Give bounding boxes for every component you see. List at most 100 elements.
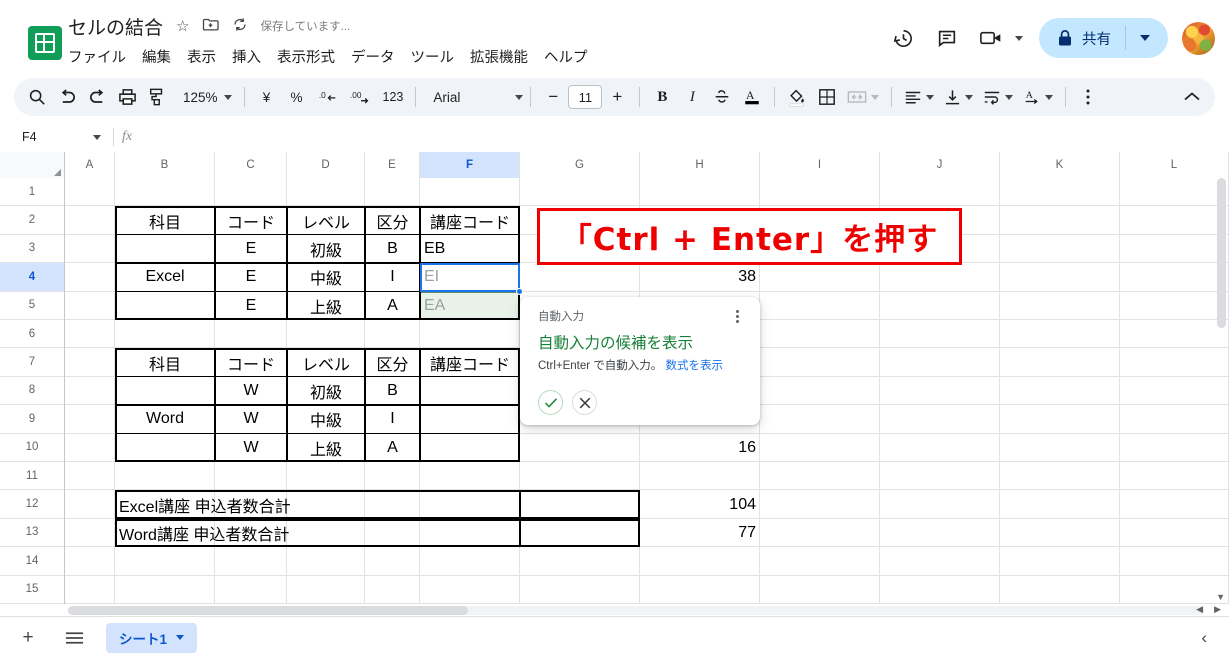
column-header-D[interactable]: D xyxy=(287,152,365,178)
decrease-font-size-button[interactable]: − xyxy=(538,82,568,112)
row-header-11[interactable]: 11 xyxy=(0,462,64,491)
more-options-icon[interactable] xyxy=(1073,82,1103,112)
cell-D3[interactable]: 初級 xyxy=(287,235,365,263)
vertical-scrollbar[interactable] xyxy=(1216,178,1228,588)
increase-decimal-button[interactable]: .00 xyxy=(344,82,378,112)
drive-status-icon[interactable] xyxy=(232,17,248,35)
increase-font-size-button[interactable]: + xyxy=(602,82,632,112)
name-box[interactable]: F4 xyxy=(14,126,109,148)
merged-cell-B12[interactable]: Excel講座 申込者数合計 xyxy=(115,490,520,518)
all-sheets-icon[interactable] xyxy=(56,620,92,656)
cell-E7[interactable]: 区分 xyxy=(365,348,420,376)
percent-format-button[interactable]: % xyxy=(282,82,312,112)
cell-C4[interactable]: E xyxy=(215,263,287,291)
version-history-icon[interactable] xyxy=(881,17,925,59)
menu-file[interactable]: ファイル xyxy=(68,44,134,69)
cell-F2[interactable]: 講座コード xyxy=(420,206,520,234)
text-color-button[interactable]: A xyxy=(737,82,767,112)
cell-C9[interactable]: W xyxy=(215,405,287,433)
decrease-decimal-button[interactable]: .0 xyxy=(312,82,344,112)
merge-cells-icon[interactable] xyxy=(842,82,884,112)
cell-D8[interactable]: 初級 xyxy=(287,377,365,405)
cell-F5[interactable]: EA xyxy=(420,292,520,320)
scroll-right-arrow-icon[interactable]: ▶ xyxy=(1214,604,1221,615)
cell-B7[interactable]: 科目 xyxy=(115,348,215,376)
star-icon[interactable]: ☆ xyxy=(176,19,189,34)
zoom-select[interactable]: 125% xyxy=(172,82,237,112)
print-icon[interactable] xyxy=(112,82,142,112)
column-header-I[interactable]: I xyxy=(760,152,880,178)
cell-C5[interactable]: E xyxy=(215,292,287,320)
column-header-E[interactable]: E xyxy=(365,152,420,178)
vertical-align-button[interactable] xyxy=(939,82,978,112)
cell-F4[interactable]: EI xyxy=(420,263,520,291)
add-sheet-button[interactable]: + xyxy=(10,620,46,656)
cell-D7[interactable]: レベル xyxy=(287,348,365,376)
borders-icon[interactable] xyxy=(812,82,842,112)
text-wrap-button[interactable] xyxy=(978,82,1018,112)
strikethrough-icon[interactable] xyxy=(707,82,737,112)
cell-C8[interactable]: W xyxy=(215,377,287,405)
menu-extensions[interactable]: 拡張機能 xyxy=(462,44,536,69)
share-button[interactable]: 共有 xyxy=(1039,18,1168,58)
column-header-C[interactable]: C xyxy=(215,152,287,178)
chevron-down-icon[interactable] xyxy=(1015,35,1023,41)
row-header-1[interactable]: 1 xyxy=(0,178,64,207)
meet-camera-icon[interactable] xyxy=(969,17,1013,59)
dismiss-autofill-button[interactable] xyxy=(572,390,597,415)
menu-help[interactable]: ヘルプ xyxy=(536,44,596,69)
cell-E10[interactable]: A xyxy=(365,434,420,462)
horizontal-align-button[interactable] xyxy=(899,82,939,112)
search-icon[interactable] xyxy=(22,82,52,112)
cell-H13[interactable]: 77 xyxy=(640,519,760,547)
sheets-logo-icon[interactable] xyxy=(28,26,62,60)
cell-D10[interactable]: 上級 xyxy=(287,434,365,462)
scroll-thumb[interactable] xyxy=(68,606,468,615)
redo-icon[interactable] xyxy=(82,82,112,112)
column-header-K[interactable]: K xyxy=(1000,152,1120,178)
accept-autofill-button[interactable] xyxy=(538,390,563,415)
cell-B2[interactable]: 科目 xyxy=(115,206,215,234)
cell-F3[interactable]: EB xyxy=(420,235,520,263)
select-all-corner[interactable] xyxy=(0,152,65,178)
text-rotation-button[interactable]: A xyxy=(1018,82,1058,112)
menu-insert[interactable]: 挿入 xyxy=(224,44,269,69)
cell-E4[interactable]: I xyxy=(365,263,420,291)
cell-H12[interactable]: 104 xyxy=(640,490,760,518)
avatar[interactable] xyxy=(1182,21,1215,55)
column-header-J[interactable]: J xyxy=(880,152,1000,178)
row-header-4[interactable]: 4 xyxy=(0,263,64,292)
column-header-L[interactable]: L xyxy=(1120,152,1229,178)
undo-icon[interactable] xyxy=(52,82,82,112)
cell-H10[interactable]: 16 xyxy=(640,434,760,462)
row-header-7[interactable]: 7 xyxy=(0,348,64,377)
formula-input[interactable] xyxy=(132,126,1229,148)
cell-C7[interactable]: コード xyxy=(215,348,287,376)
column-header-H[interactable]: H xyxy=(640,152,760,178)
cell-E3[interactable]: B xyxy=(365,235,420,263)
kebab-menu-icon[interactable] xyxy=(728,307,746,325)
menu-format[interactable]: 表示形式 xyxy=(269,44,343,69)
cell-E8[interactable]: B xyxy=(365,377,420,405)
show-formula-link[interactable]: 数式を表示 xyxy=(665,360,723,372)
menu-edit[interactable]: 編集 xyxy=(134,44,179,69)
document-title[interactable]: セルの結合 xyxy=(68,13,163,40)
italic-button[interactable]: I xyxy=(677,82,707,112)
cell-H4[interactable]: 38 xyxy=(640,263,760,291)
share-chevron-down-icon[interactable] xyxy=(1140,35,1150,41)
cell-E2[interactable]: 区分 xyxy=(365,206,420,234)
more-formats-button[interactable]: 123 xyxy=(378,82,409,112)
row-header-8[interactable]: 8 xyxy=(0,376,64,406)
row-header-14[interactable]: 14 xyxy=(0,547,64,576)
row-header-3[interactable]: 3 xyxy=(0,234,64,264)
cell-C2[interactable]: コード xyxy=(215,206,287,234)
merged-cell-B8[interactable]: Word xyxy=(115,377,215,462)
row-header-9[interactable]: 9 xyxy=(0,405,64,434)
column-header-A[interactable]: A xyxy=(65,152,115,178)
paint-format-icon[interactable] xyxy=(142,82,172,112)
column-header-G[interactable]: G xyxy=(520,152,640,178)
cell-C10[interactable]: W xyxy=(215,434,287,462)
merged-cell-B3[interactable]: Excel xyxy=(115,235,215,320)
column-header-B[interactable]: B xyxy=(115,152,215,178)
fill-color-icon[interactable] xyxy=(782,82,812,112)
